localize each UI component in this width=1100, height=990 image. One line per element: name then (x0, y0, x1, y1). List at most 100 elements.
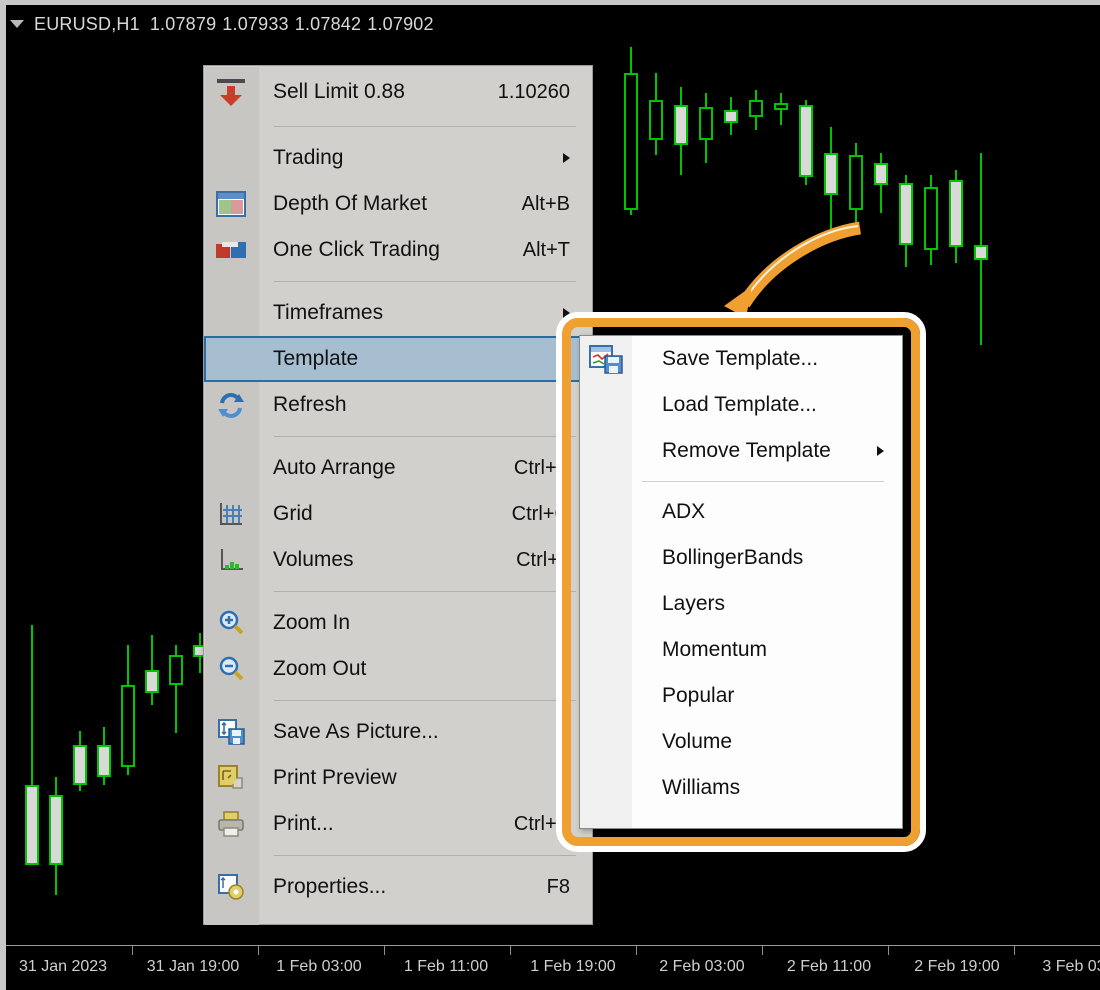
chart-context-menu[interactable]: Sell Limit 0.88 1.10260 Trading Depth Of Ma… (203, 65, 593, 925)
menu-item-timeframes[interactable]: Timeframes (204, 290, 592, 336)
axis-tick (888, 946, 889, 955)
candle-body (974, 245, 988, 260)
template-item-no-icon (580, 428, 632, 474)
menu-item-volumes[interactable]: Volumes Ctrl+L (204, 537, 592, 583)
candlestick (49, 777, 63, 895)
template-item-no-icon (580, 489, 632, 535)
template-item-layers[interactable]: Layers (580, 581, 902, 627)
menu-item-zoom-out[interactable]: Zoom Out - (204, 646, 592, 692)
menu-item-refresh[interactable]: Refresh (204, 382, 592, 428)
menu-item-label: Auto Arrange (273, 456, 396, 479)
menu-item-print-preview[interactable]: Print Preview (204, 755, 592, 801)
template-item-label: Load Template... (662, 393, 817, 416)
menu-item-template[interactable]: Template (204, 336, 592, 382)
axis-time-label: 2 Feb 11:00 (786, 958, 872, 975)
print-preview-icon (204, 755, 258, 801)
menu-item-label: Trading (273, 146, 344, 169)
submenu-separator (642, 481, 884, 482)
template-item-load-template[interactable]: Load Template... (580, 382, 902, 428)
menu-item-print[interactable]: Print... Ctrl+P (204, 801, 592, 847)
time-axis: 31 Jan 2023 31 Jan 19:00 1 Feb 03:00 1 Feb … (6, 945, 1100, 990)
template-item-label: Save Template... (662, 347, 819, 370)
menu-item-trading[interactable]: Trading (204, 135, 592, 181)
caret-down-icon[interactable] (10, 20, 24, 28)
candlestick (73, 731, 87, 791)
candlestick (121, 645, 135, 775)
template-submenu[interactable]: Save Template... Load Template... Remove T… (579, 335, 903, 829)
template-item-label: ADX (662, 500, 706, 523)
candle-body (674, 105, 688, 145)
template-item-popular[interactable]: Popular (580, 673, 902, 719)
axis-tick (132, 946, 133, 955)
menu-item-no-icon (204, 135, 258, 181)
candlestick (899, 175, 913, 267)
menu-item-depth-of-market[interactable]: Depth Of Market Alt+B (204, 181, 592, 227)
template-item-save-template[interactable]: Save Template... (580, 336, 902, 382)
template-item-adx[interactable]: ADX (580, 489, 902, 535)
candlestick (974, 153, 988, 345)
template-item-label: Popular (662, 684, 735, 707)
menu-item-shortcut: Alt+B (521, 192, 570, 215)
quote-close: 1.07902 (367, 13, 434, 34)
candlestick (774, 93, 788, 125)
template-item-no-icon (580, 719, 632, 765)
menu-item-save-as-picture[interactable]: Save As Picture... (204, 709, 592, 755)
template-item-no-icon (580, 627, 632, 673)
menu-item-label: Timeframes (273, 301, 384, 324)
menu-item-zoom-in[interactable]: Zoom In + (204, 600, 592, 646)
menu-item-properties[interactable]: Properties... F8 (204, 864, 592, 910)
menu-separator (274, 281, 576, 282)
candlestick (799, 100, 813, 185)
template-item-bollingerbands[interactable]: BollingerBands (580, 535, 902, 581)
menu-item-auto-arrange[interactable]: Auto Arrange Ctrl+A (204, 445, 592, 491)
axis-time-label: 3 Feb 03 (1042, 958, 1100, 975)
candlestick (699, 93, 713, 163)
submenu-arrow-icon (563, 153, 570, 163)
menu-separator (274, 591, 576, 592)
menu-separator (274, 436, 576, 437)
template-item-label: Volume (662, 730, 733, 753)
menu-separator (274, 126, 576, 127)
save-template-icon (580, 336, 632, 382)
menu-item-no-icon (204, 445, 258, 491)
template-item-remove-template[interactable]: Remove Template (580, 428, 902, 474)
candle-body (145, 670, 159, 693)
template-item-label: Layers (662, 592, 726, 615)
menu-item-one-click-trading[interactable]: One Click Trading Alt+T (204, 227, 592, 273)
candlestick (25, 625, 39, 865)
template-item-label: BollingerBands (662, 546, 804, 569)
menu-item-grid[interactable]: Grid Ctrl+G (204, 491, 592, 537)
candle-body (699, 107, 713, 140)
candle-body (799, 105, 813, 177)
menu-item-label: One Click Trading (273, 238, 440, 261)
axis-tick (762, 946, 763, 955)
menu-item-label: Volumes (273, 548, 354, 571)
quote-open: 1.07879 (149, 13, 217, 34)
quote-high: 1.07933 (222, 13, 289, 34)
zoom-out-icon (204, 646, 258, 692)
menu-item-sell-limit-0-88[interactable]: Sell Limit 0.88 1.10260 (204, 66, 592, 118)
template-item-volume[interactable]: Volume (580, 719, 902, 765)
candle-body (25, 785, 39, 865)
menu-item-label: Zoom In (273, 611, 351, 634)
template-item-momentum[interactable]: Momentum (580, 627, 902, 673)
menu-item-label: Sell Limit 0.88 (273, 80, 405, 103)
template-item-williams[interactable]: Williams (580, 765, 902, 811)
axis-time-label: 31 Jan 19:00 (146, 958, 240, 975)
candlestick (624, 47, 638, 215)
quote-values: EURUSD,H1 1.07879 1.07933 1.07842 1.07902 (34, 14, 440, 35)
refresh-icon (204, 382, 258, 428)
menu-separator (274, 700, 576, 701)
template-submenu-highlight: Save Template... Load Template... Remove T… (556, 312, 926, 852)
quote-low: 1.07842 (294, 13, 362, 34)
menu-item-label: Refresh (273, 393, 347, 416)
candle-body (121, 685, 135, 767)
print-icon (204, 801, 258, 847)
menu-item-shortcut: F8 (546, 875, 570, 898)
menu-item-label: Template (273, 347, 359, 370)
menu-item-shortcut: 1.10260 (497, 80, 570, 103)
candle-body (169, 655, 183, 685)
axis-time-label: 1 Feb 03:00 (276, 958, 362, 975)
candlestick (749, 90, 763, 130)
axis-tick (258, 946, 259, 955)
